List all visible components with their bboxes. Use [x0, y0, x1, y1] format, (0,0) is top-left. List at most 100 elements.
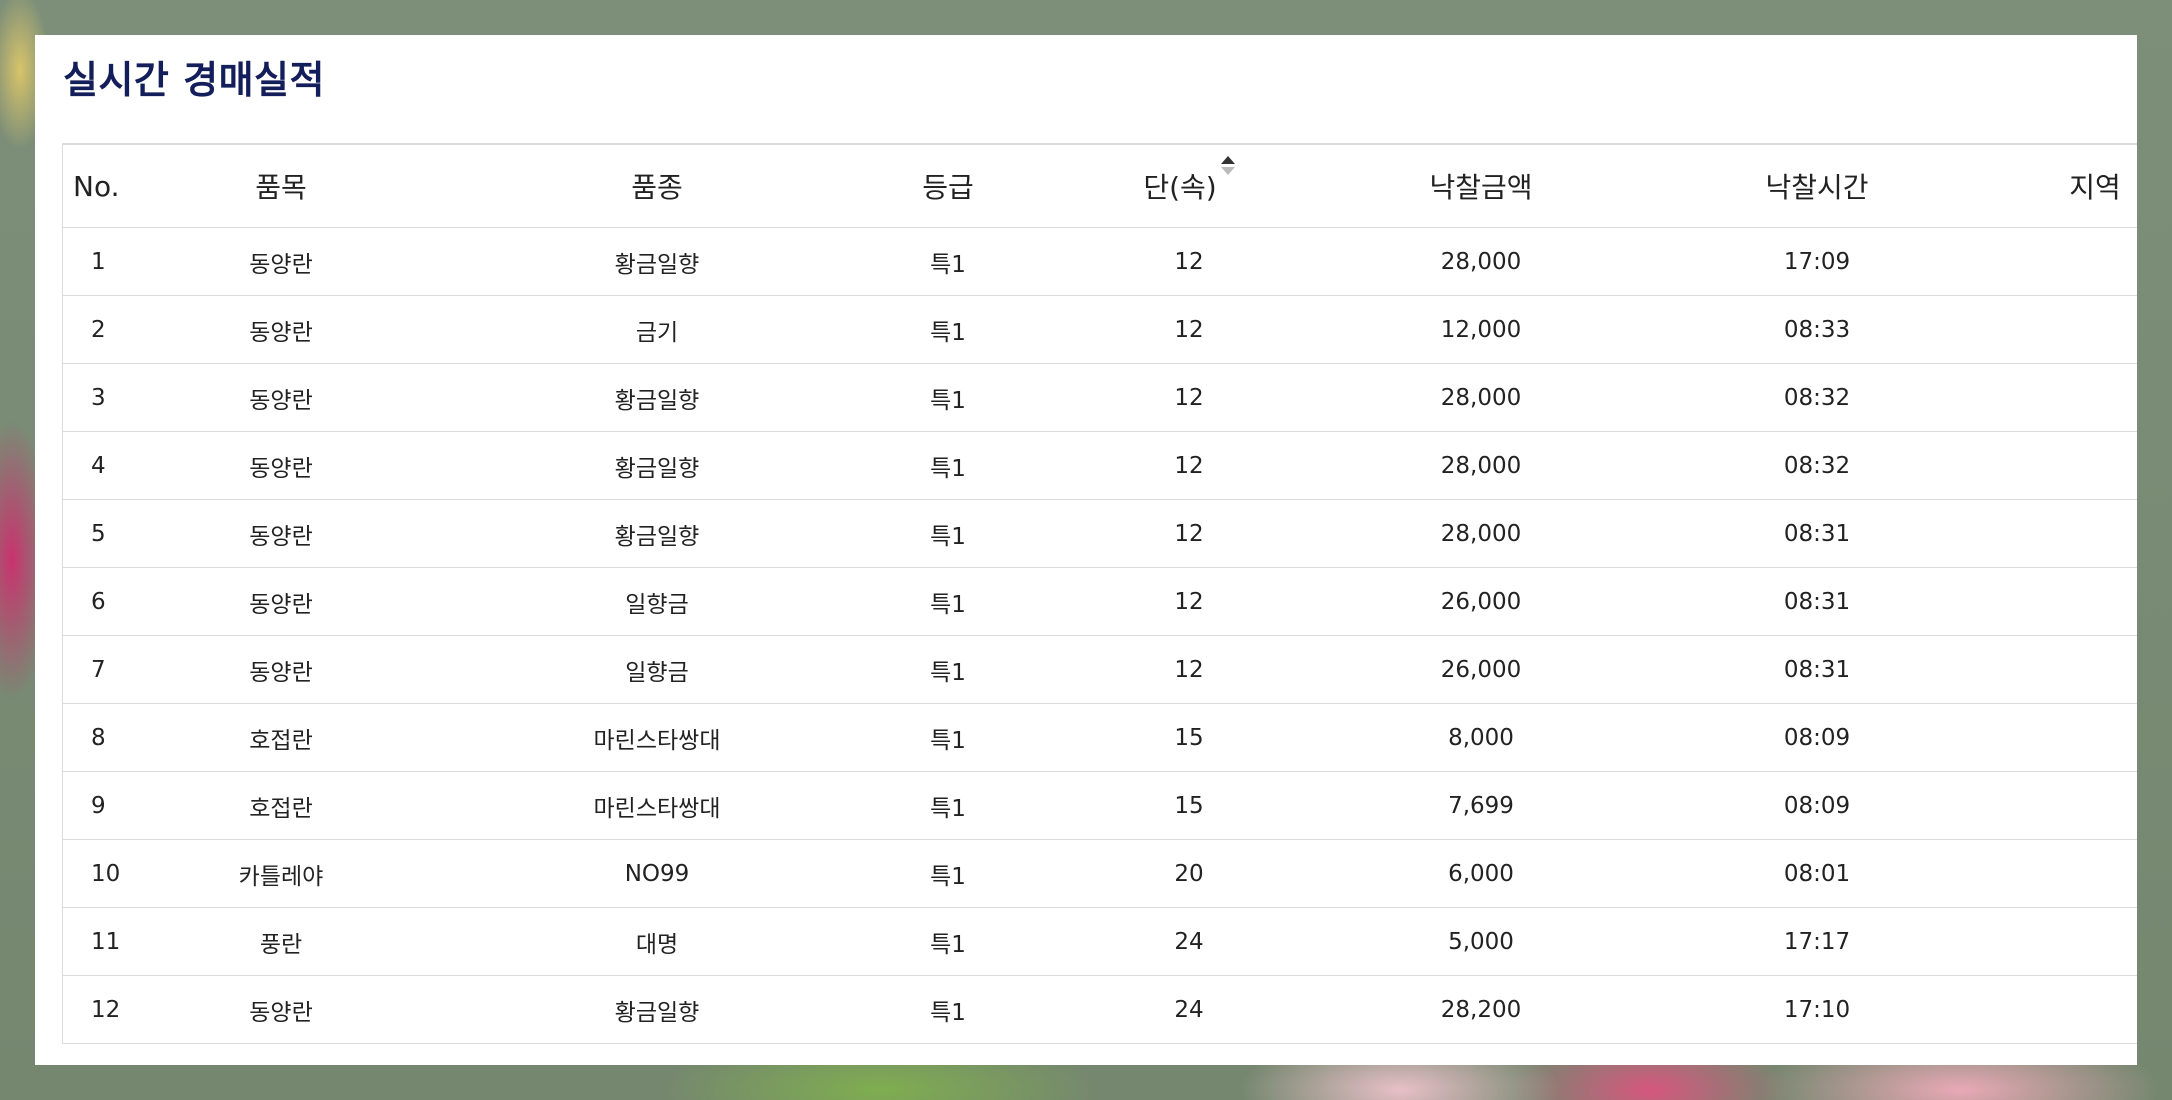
auction-results-panel: 실시간 경매실적 No. 품목 품종 등급 단(속) 낙찰금액 낙찰시간 지역 …	[35, 35, 2137, 1065]
cell-region	[2037, 567, 2137, 636]
cell-time: 17:09	[1597, 227, 2037, 296]
cell-item: 카틀레야	[131, 839, 431, 908]
cell-variety: 일향금	[431, 567, 883, 636]
cell-region	[2037, 295, 2137, 364]
cell-item: 동양란	[131, 431, 431, 500]
table-row[interactable]: 8 호접란 마린스타쌍대 특1 15 8,000 08:09	[63, 703, 2137, 772]
table-row[interactable]: 5 동양란 황금일향 특1 12 28,000 08:31	[63, 499, 2137, 568]
cell-grade: 특1	[883, 499, 1013, 568]
table-header: No. 품목 품종 등급 단(속) 낙찰금액 낙찰시간 지역	[63, 145, 2137, 228]
cell-unit: 24	[1013, 975, 1365, 1044]
cell-variety: 황금일향	[431, 431, 883, 500]
header-unit[interactable]: 단(속)	[1013, 145, 1365, 228]
table-row[interactable]: 9 호접란 마린스타쌍대 특1 15 7,699 08:09	[63, 771, 2137, 840]
cell-no: 1	[63, 227, 131, 296]
cell-time: 08:09	[1597, 771, 2037, 840]
table-row[interactable]: 12 동양란 황금일향 특1 24 28,200 17:10	[63, 975, 2137, 1044]
cell-amount: 26,000	[1365, 567, 1597, 636]
cell-item: 동양란	[131, 363, 431, 432]
cell-region	[2037, 975, 2137, 1044]
cell-variety: 마린스타쌍대	[431, 703, 883, 772]
table-row[interactable]: 6 동양란 일향금 특1 12 26,000 08:31	[63, 567, 2137, 636]
results-table-container[interactable]: No. 품목 품종 등급 단(속) 낙찰금액 낙찰시간 지역 1 동양란 황금일향 특…	[62, 143, 2137, 1044]
cell-unit: 24	[1013, 907, 1365, 976]
cell-time: 17:10	[1597, 975, 2037, 1044]
cell-no: 3	[63, 363, 131, 432]
cell-time: 08:01	[1597, 839, 2037, 908]
cell-time: 08:09	[1597, 703, 2037, 772]
cell-no: 12	[63, 975, 131, 1044]
cell-item: 동양란	[131, 227, 431, 296]
cell-unit: 15	[1013, 771, 1365, 840]
cell-item: 동양란	[131, 635, 431, 704]
cell-region	[2037, 907, 2137, 976]
cell-time: 08:31	[1597, 567, 2037, 636]
cell-item: 풍란	[131, 907, 431, 976]
table-row[interactable]: 1 동양란 황금일향 특1 12 28,000 17:09	[63, 227, 2137, 296]
table-row[interactable]: 10 카틀레야 NO99 특1 20 6,000 08:01	[63, 839, 2137, 908]
sort-up-arrow-icon	[1220, 156, 1235, 164]
cell-amount: 28,000	[1365, 431, 1597, 500]
sort-down-arrow-icon	[1220, 167, 1235, 175]
cell-amount: 6,000	[1365, 839, 1597, 908]
cell-no: 4	[63, 431, 131, 500]
cell-unit: 12	[1013, 567, 1365, 636]
cell-unit: 12	[1013, 431, 1365, 500]
cell-unit: 12	[1013, 295, 1365, 364]
cell-amount: 28,000	[1365, 499, 1597, 568]
cell-variety: NO99	[431, 839, 883, 908]
cell-amount: 12,000	[1365, 295, 1597, 364]
header-variety: 품종	[431, 145, 883, 228]
cell-region	[2037, 635, 2137, 704]
table-row[interactable]: 2 동양란 금기 특1 12 12,000 08:33	[63, 295, 2137, 364]
cell-grade: 특1	[883, 839, 1013, 908]
cell-grade: 특1	[883, 431, 1013, 500]
page-title: 실시간 경매실적	[63, 58, 325, 102]
cell-region	[2037, 227, 2137, 296]
cell-item: 동양란	[131, 567, 431, 636]
cell-amount: 28,000	[1365, 227, 1597, 296]
cell-item: 호접란	[131, 703, 431, 772]
header-grade: 등급	[883, 145, 1013, 228]
header-unit-label: 단(속)	[1143, 171, 1217, 204]
cell-region	[2037, 771, 2137, 840]
cell-no: 10	[63, 839, 131, 908]
sort-icon[interactable]	[1220, 156, 1235, 178]
results-table: No. 품목 품종 등급 단(속) 낙찰금액 낙찰시간 지역 1 동양란 황금일향 특…	[63, 145, 2137, 1044]
cell-no: 5	[63, 499, 131, 568]
table-row[interactable]: 3 동양란 황금일향 특1 12 28,000 08:32	[63, 363, 2137, 432]
table-row[interactable]: 4 동양란 황금일향 특1 12 28,000 08:32	[63, 431, 2137, 500]
cell-variety: 황금일향	[431, 499, 883, 568]
cell-variety: 황금일향	[431, 975, 883, 1044]
cell-amount: 7,699	[1365, 771, 1597, 840]
cell-time: 08:31	[1597, 499, 2037, 568]
cell-variety: 황금일향	[431, 363, 883, 432]
cell-unit: 12	[1013, 499, 1365, 568]
cell-region	[2037, 431, 2137, 500]
cell-grade: 특1	[883, 907, 1013, 976]
cell-item: 동양란	[131, 499, 431, 568]
cell-no: 7	[63, 635, 131, 704]
table-row[interactable]: 11 풍란 대명 특1 24 5,000 17:17	[63, 907, 2137, 976]
header-time: 낙찰시간	[1597, 145, 2037, 228]
cell-grade: 특1	[883, 363, 1013, 432]
cell-grade: 특1	[883, 567, 1013, 636]
header-no: No.	[63, 145, 131, 228]
cell-grade: 특1	[883, 295, 1013, 364]
header-row: No. 품목 품종 등급 단(속) 낙찰금액 낙찰시간 지역	[63, 145, 2137, 228]
table-body: 1 동양란 황금일향 특1 12 28,000 17:09 2 동양란 금기 특1 12 12,000 0…	[63, 227, 2137, 1044]
cell-time: 17:17	[1597, 907, 2037, 976]
cell-amount: 28,000	[1365, 363, 1597, 432]
cell-variety: 금기	[431, 295, 883, 364]
cell-time: 08:33	[1597, 295, 2037, 364]
cell-item: 동양란	[131, 975, 431, 1044]
cell-amount: 26,000	[1365, 635, 1597, 704]
cell-no: 6	[63, 567, 131, 636]
cell-region	[2037, 703, 2137, 772]
cell-grade: 특1	[883, 771, 1013, 840]
table-row[interactable]: 7 동양란 일향금 특1 12 26,000 08:31	[63, 635, 2137, 704]
cell-time: 08:32	[1597, 431, 2037, 500]
header-item: 품목	[131, 145, 431, 228]
cell-no: 2	[63, 295, 131, 364]
cell-item: 호접란	[131, 771, 431, 840]
